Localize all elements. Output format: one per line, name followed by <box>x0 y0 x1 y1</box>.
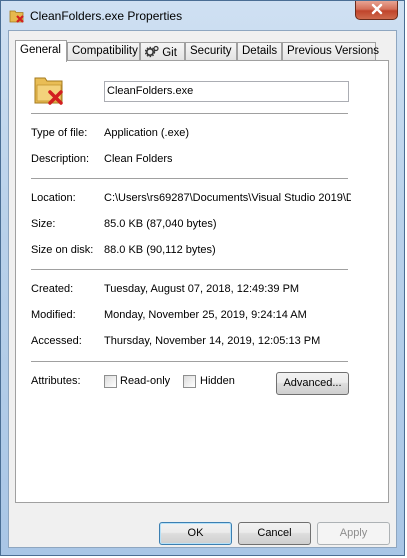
advanced-button[interactable]: Advanced... <box>276 372 349 395</box>
divider <box>31 178 348 179</box>
apply-button[interactable]: Apply <box>317 522 390 545</box>
general-panel: CleanFolders.exe Type of file: Applicati… <box>15 60 389 503</box>
description-label: Description: <box>31 153 90 165</box>
cancel-button[interactable]: Cancel <box>238 522 311 545</box>
window-title: CleanFolders.exe Properties <box>30 9 183 23</box>
accessed-label: Accessed: <box>31 335 82 347</box>
type-label: Type of file: <box>31 127 88 139</box>
divider <box>31 269 348 270</box>
tab-strip: General Compatibility Git Security Detai… <box>15 40 395 62</box>
tab-label: Git <box>162 47 177 59</box>
created-value: Tuesday, August 07, 2018, 12:49:39 PM <box>104 283 300 295</box>
hidden-label: Hidden <box>200 375 235 387</box>
tab-details[interactable]: Details <box>237 42 282 60</box>
tab-label: Previous Versions <box>287 45 380 57</box>
tab-general[interactable]: General <box>15 40 67 62</box>
created-label: Created: <box>31 283 74 295</box>
type-value: Application (.exe) <box>104 127 189 139</box>
tab-label: Compatibility <box>72 45 138 57</box>
modified-value: Monday, November 25, 2019, 9:24:14 AM <box>104 309 307 321</box>
git-gear-icon <box>144 45 159 61</box>
modified-label: Modified: <box>31 309 76 321</box>
dialog-client-area: General Compatibility Git Security Detai… <box>8 30 397 548</box>
description-value: Clean Folders <box>104 153 173 165</box>
tab-previous-versions[interactable]: Previous Versions <box>282 42 380 60</box>
close-button[interactable] <box>355 1 398 20</box>
size-label: Size: <box>31 218 56 230</box>
title-bar[interactable]: CleanFolders.exe Properties <box>1 1 404 31</box>
file-icon <box>33 73 65 110</box>
folder-red-x-icon <box>9 8 25 24</box>
divider <box>31 113 348 114</box>
close-icon <box>370 3 384 18</box>
tab-label: Details <box>242 45 278 57</box>
accessed-value: Thursday, November 14, 2019, 12:05:13 PM <box>104 335 321 347</box>
size-on-disk-label: Size on disk: <box>31 244 94 256</box>
tab-git[interactable]: Git <box>140 42 185 60</box>
tab-label: General <box>20 44 61 56</box>
attributes-label: Attributes: <box>31 375 81 387</box>
readonly-label: Read-only <box>120 375 171 387</box>
location-label: Location: <box>31 192 76 204</box>
ok-button[interactable]: OK <box>159 522 232 545</box>
hidden-checkbox[interactable] <box>183 375 196 388</box>
tab-security[interactable]: Security <box>185 42 237 60</box>
readonly-checkbox[interactable] <box>104 375 117 388</box>
properties-window: CleanFolders.exe Properties General Comp… <box>0 0 405 556</box>
tab-label: Security <box>190 45 232 57</box>
divider <box>31 361 348 362</box>
tab-compatibility[interactable]: Compatibility <box>67 42 140 60</box>
location-value: C:\Users\rs69287\Documents\Visual Studio… <box>104 192 351 204</box>
size-on-disk-value: 88.0 KB (90,112 bytes) <box>104 244 216 256</box>
size-value: 85.0 KB (87,040 bytes) <box>104 218 217 230</box>
filename-field[interactable]: CleanFolders.exe <box>104 81 349 102</box>
